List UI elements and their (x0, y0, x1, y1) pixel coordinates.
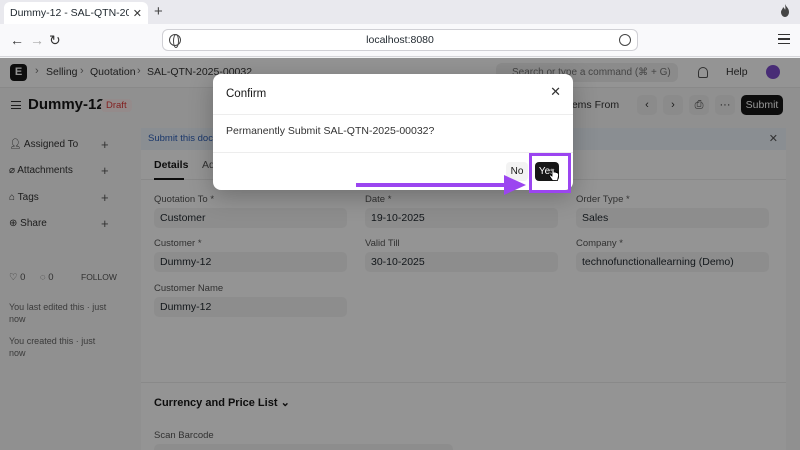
reload-icon[interactable]: ↻ (49, 32, 61, 49)
back-icon[interactable]: ← (10, 32, 24, 48)
browser-tab-title: Dummy-12 - SAL-QTN-2025-00 (10, 7, 129, 19)
browser-navbar: ← → ↻ localhost:8080 (0, 24, 800, 57)
address-bar[interactable]: localhost:8080 (162, 29, 638, 51)
browser-tabstrip: Dummy-12 - SAL-QTN-2025-00 ✕ + (0, 0, 800, 24)
close-icon[interactable]: ✕ (550, 84, 561, 100)
globe-icon (169, 34, 181, 48)
dialog-divider (213, 114, 573, 115)
new-tab-icon[interactable]: + (154, 3, 163, 20)
url-text: localhost:8080 (366, 34, 434, 46)
confirm-dialog: Confirm ✕ Permanently Submit SAL-QTN-202… (213, 74, 573, 190)
reader-view-icon[interactable] (619, 34, 631, 46)
annotation-arrow-head (504, 175, 526, 195)
browser-tab[interactable]: Dummy-12 - SAL-QTN-2025-00 ✕ (4, 2, 148, 24)
browser-menu-icon[interactable] (778, 34, 790, 44)
flame-icon[interactable] (780, 4, 790, 17)
dialog-divider (213, 152, 573, 153)
dialog-message: Permanently Submit SAL-QTN-2025-00032? (226, 125, 435, 137)
hand-cursor-icon (549, 168, 559, 181)
forward-icon[interactable]: → (30, 32, 44, 48)
close-tab-icon[interactable]: ✕ (133, 7, 142, 20)
annotation-arrow (356, 183, 504, 187)
dialog-title: Confirm (226, 88, 267, 100)
